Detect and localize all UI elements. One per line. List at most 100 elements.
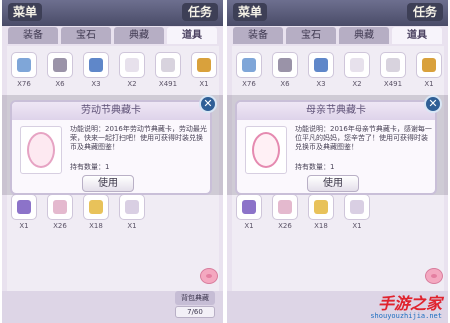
item-slot[interactable] (236, 194, 262, 220)
item-count: X76 (17, 80, 31, 88)
card-icon (350, 200, 364, 214)
tab-collection[interactable]: 典藏 (339, 27, 389, 44)
item-slot[interactable] (191, 52, 217, 78)
item-description: 功能说明：2016年母亲节典藏卡，感谢每一位平凡的妈妈，您辛苦了！使用可获得时装… (295, 125, 432, 151)
bottom-bar: 背包典藏 7/60 (2, 291, 223, 323)
screenshot-comparison: 菜单 任务 装备 宝石 典藏 道具 X76 X6 X3 X2 X491 X1 X… (0, 0, 450, 323)
labor-day-card-icon (27, 132, 55, 168)
wand-icon (89, 58, 103, 72)
card-icon (125, 200, 139, 214)
stone-icon (161, 58, 175, 72)
item-count: X6 (55, 80, 65, 88)
book-icon (53, 58, 67, 72)
item-count: X2 (352, 80, 362, 88)
inventory-tabs: 装备 宝石 典藏 道具 (233, 27, 442, 44)
coin-icon (197, 58, 211, 72)
item-slot[interactable] (380, 52, 406, 78)
tab-gems[interactable]: 宝石 (61, 27, 111, 44)
item-count: X491 (383, 80, 403, 88)
item-slot[interactable] (11, 52, 37, 78)
item-count: X1 (244, 222, 254, 230)
tab-equipment[interactable]: 装备 (233, 27, 283, 44)
right-game-screen: 菜单 任务 装备 宝石 典藏 道具 X76 X6 X3 X2 X491 X1 X… (227, 0, 448, 323)
tab-items[interactable]: 道具 (392, 27, 442, 44)
close-icon[interactable]: ✕ (199, 95, 217, 113)
watermark-brand: 手游之家 (377, 294, 442, 313)
quest-button[interactable]: 任务 (407, 3, 443, 21)
dialog-title: 母亲节典藏卡 (237, 102, 435, 120)
inventory-tabs: 装备 宝石 典藏 道具 (8, 27, 217, 44)
star-icon (89, 200, 103, 214)
item-slot[interactable] (308, 194, 334, 220)
tab-items[interactable]: 道具 (167, 27, 217, 44)
close-icon[interactable]: ✕ (424, 95, 442, 113)
quest-button[interactable]: 任务 (182, 3, 218, 21)
feather-icon (17, 58, 31, 72)
menu-button[interactable]: 菜单 (8, 3, 42, 21)
tab-collection[interactable]: 典藏 (114, 27, 164, 44)
bag-collection-button[interactable]: 背包典藏 (175, 291, 215, 305)
item-slot[interactable] (47, 194, 73, 220)
star-icon (314, 200, 328, 214)
item-count: X26 (278, 222, 292, 230)
item-slot[interactable] (272, 194, 298, 220)
item-slot[interactable] (83, 52, 109, 78)
item-slot[interactable] (344, 52, 370, 78)
item-slot[interactable] (11, 194, 37, 220)
card-image (245, 126, 287, 174)
item-count: X18 (314, 222, 328, 230)
item-slot[interactable] (236, 52, 262, 78)
stone-icon (386, 58, 400, 72)
top-bar: 菜单 任务 (2, 0, 223, 26)
pig-mascot-icon[interactable] (200, 268, 218, 284)
tab-gems[interactable]: 宝石 (286, 27, 336, 44)
site-watermark: 手游之家 shouyouzhijia.net (370, 295, 442, 320)
use-button[interactable]: 使用 (307, 175, 359, 192)
left-game-screen: 菜单 任务 装备 宝石 典藏 道具 X76 X6 X3 X2 X491 X1 X… (2, 0, 223, 323)
scroll-icon (350, 58, 364, 72)
item-slot[interactable] (47, 52, 73, 78)
item-description: 功能说明：2016年劳动节典藏卡，劳动最光荣，快来一起打扫吧！使用可获得时装兑换… (70, 125, 207, 151)
item-slot[interactable] (344, 194, 370, 220)
coin-icon (422, 58, 436, 72)
item-slot[interactable] (83, 194, 109, 220)
scroll-icon (125, 58, 139, 72)
item-count: X18 (89, 222, 103, 230)
watermark-url: shouyouzhijia.net (370, 312, 442, 320)
item-dialog: 劳动节典藏卡 ✕ 功能说明：2016年劳动节典藏卡，劳动最光荣，快来一起打扫吧！… (10, 95, 217, 195)
gem-icon (242, 200, 256, 214)
ribbon-icon (53, 200, 67, 214)
item-count: X6 (280, 80, 290, 88)
item-count: X26 (53, 222, 67, 230)
item-slot[interactable] (272, 52, 298, 78)
item-count: X1 (127, 222, 137, 230)
card-image (20, 126, 62, 174)
item-count: X76 (242, 80, 256, 88)
item-count: X491 (158, 80, 178, 88)
wand-icon (314, 58, 328, 72)
item-count: X1 (352, 222, 362, 230)
item-slot[interactable] (119, 52, 145, 78)
item-count: X2 (127, 80, 137, 88)
item-slot[interactable] (416, 52, 442, 78)
book-icon (278, 58, 292, 72)
capacity-indicator: 7/60 (175, 306, 215, 318)
ribbon-icon (278, 200, 292, 214)
owned-count: 持有数量：1 (70, 163, 110, 171)
use-button[interactable]: 使用 (82, 175, 134, 192)
mothers-day-card-icon (252, 132, 280, 168)
item-count: X1 (424, 80, 434, 88)
item-count: X1 (19, 222, 29, 230)
owned-count: 持有数量：1 (295, 163, 335, 171)
tab-equipment[interactable]: 装备 (8, 27, 58, 44)
item-count: X1 (199, 80, 209, 88)
item-slot[interactable] (308, 52, 334, 78)
pig-mascot-icon[interactable] (425, 268, 443, 284)
dialog-title: 劳动节典藏卡 (12, 102, 210, 120)
item-slot[interactable] (155, 52, 181, 78)
item-dialog: 母亲节典藏卡 ✕ 功能说明：2016年母亲节典藏卡，感谢每一位平凡的妈妈，您辛苦… (235, 95, 442, 195)
item-slot[interactable] (119, 194, 145, 220)
feather-icon (242, 58, 256, 72)
item-count: X3 (316, 80, 326, 88)
menu-button[interactable]: 菜单 (233, 3, 267, 21)
